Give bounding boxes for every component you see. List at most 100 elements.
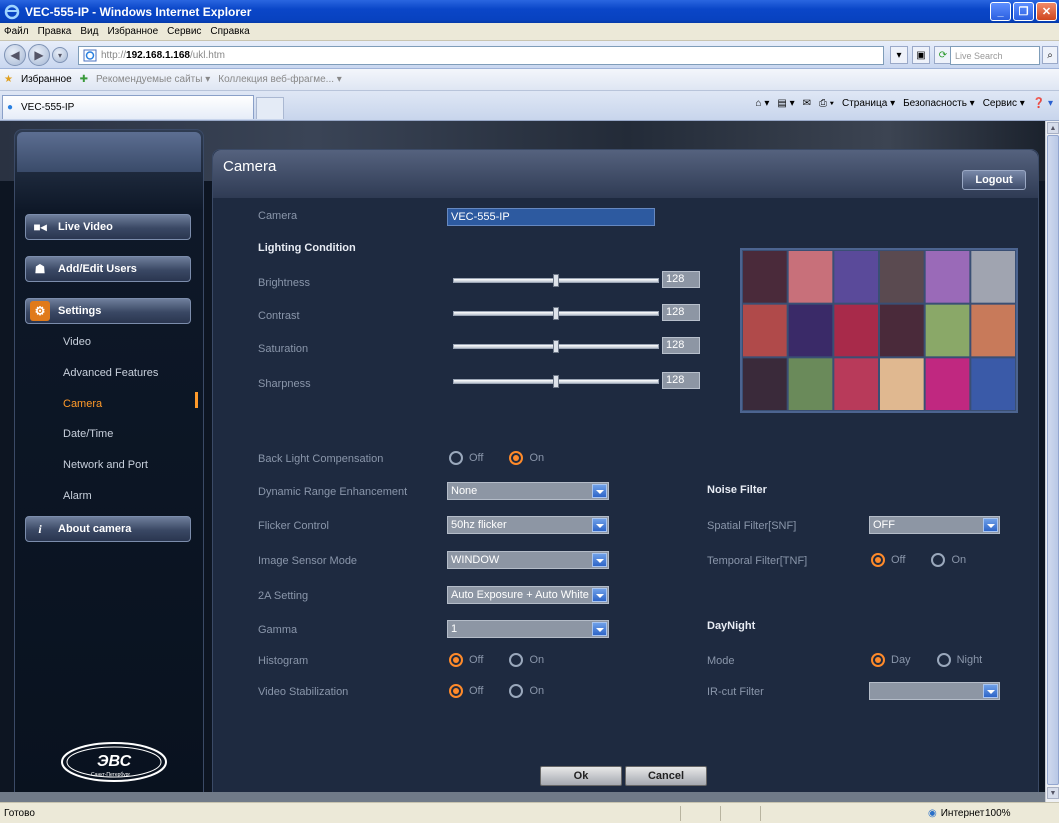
chevron-down-icon[interactable]	[592, 484, 607, 498]
print-icon[interactable]: ⎙ ▾	[819, 98, 834, 109]
mode-day-radio[interactable]	[871, 653, 885, 667]
ircut-select[interactable]	[869, 682, 1000, 700]
sidebar: ■◂ Live Video ☗ Add/Edit Users ⚙ Setting…	[14, 129, 204, 801]
mail-icon[interactable]: ✉	[803, 98, 811, 109]
cancel-button[interactable]: Cancel	[625, 766, 707, 786]
snf-select[interactable]: OFF	[869, 516, 1000, 534]
scroll-up-icon[interactable]: ▲	[1047, 122, 1059, 134]
sidebar-item-add-edit-users[interactable]: ☗ Add/Edit Users	[25, 256, 191, 282]
add-favorite-icon[interactable]: ✚	[80, 74, 88, 85]
vertical-scrollbar[interactable]: ▲ ▼	[1045, 121, 1059, 802]
favorites-label[interactable]: Избранное	[21, 74, 72, 85]
favorites-star-icon[interactable]: ★	[4, 74, 13, 85]
back-button[interactable]: ◀	[4, 44, 26, 66]
command-tools[interactable]: Сервис ▾	[983, 98, 1025, 109]
stabilization-on-radio[interactable]	[509, 684, 524, 698]
daynight-mode-radio-group: Day Night	[871, 653, 1008, 667]
menu-tools[interactable]: Сервис	[167, 26, 201, 37]
slider-thumb[interactable]	[553, 274, 559, 287]
logout-button[interactable]: Logout	[962, 170, 1026, 190]
saturation-slider[interactable]	[453, 340, 659, 354]
sidebar-subitem-network-and-port[interactable]: Network and Port	[63, 459, 148, 471]
status-separator	[760, 806, 761, 821]
address-bar[interactable]: http:// 192.168.1.168 /ukl.htm	[78, 46, 884, 65]
sidebar-subitem-video[interactable]: Video	[63, 336, 91, 348]
help-icon[interactable]: ❓ ▾	[1033, 98, 1053, 109]
twoa-setting-label: 2A Setting	[258, 590, 309, 602]
chevron-down-icon[interactable]	[592, 553, 607, 567]
brightness-slider[interactable]	[453, 274, 659, 288]
contrast-slider[interactable]	[453, 307, 659, 321]
scroll-down-icon[interactable]: ▼	[1047, 787, 1059, 799]
saturation-value[interactable]: 128	[662, 337, 700, 354]
command-page[interactable]: Страница ▾	[842, 98, 895, 109]
home-icon[interactable]: ⌂ ▾	[756, 98, 770, 109]
search-input[interactable]: Live Search	[950, 46, 1040, 65]
zoom-level[interactable]: 100%	[985, 808, 1011, 819]
tnf-off-radio[interactable]	[871, 553, 885, 567]
menu-help[interactable]: Справка	[210, 26, 249, 37]
chevron-down-icon[interactable]	[983, 518, 998, 532]
chevron-down-icon[interactable]	[983, 684, 998, 698]
new-tab-button[interactable]	[256, 97, 284, 119]
compatibility-view-icon[interactable]: ▣	[912, 46, 930, 64]
gamma-select[interactable]: 1	[447, 620, 609, 638]
color-patch	[788, 358, 833, 410]
sidebar-item-live-video[interactable]: ■◂ Live Video	[25, 214, 191, 240]
chevron-down-icon[interactable]	[592, 518, 607, 532]
mode-night-radio[interactable]	[936, 653, 951, 667]
menu-favorites[interactable]: Избранное	[107, 26, 158, 37]
sidebar-subitem-advanced-features[interactable]: Advanced Features	[63, 367, 158, 379]
command-security[interactable]: Безопасность ▾	[903, 98, 975, 109]
backlight-off-radio[interactable]	[449, 451, 463, 465]
feeds-icon[interactable]: ▤ ▾	[777, 98, 794, 109]
history-dropdown-button[interactable]: ▾	[52, 47, 68, 63]
maximize-button[interactable]: ❐	[1013, 2, 1034, 21]
ok-button[interactable]: Ok	[540, 766, 622, 786]
favorite-link-suggested[interactable]: Рекомендуемые сайты ▾	[96, 74, 210, 85]
menu-view[interactable]: Вид	[80, 26, 98, 37]
select-value: OFF	[873, 519, 895, 531]
chevron-down-icon[interactable]	[592, 622, 607, 636]
tnf-label: Temporal Filter[TNF]	[707, 555, 808, 567]
search-icon[interactable]: ⌕	[1042, 46, 1058, 64]
sharpness-slider[interactable]	[453, 375, 659, 389]
stabilization-off-radio[interactable]	[449, 684, 463, 698]
contrast-label: Contrast	[258, 310, 300, 322]
sidebar-item-settings[interactable]: ⚙ Settings	[25, 298, 191, 324]
sidebar-subitem-date-time[interactable]: Date/Time	[63, 428, 113, 440]
histogram-off-radio[interactable]	[449, 653, 463, 667]
radio-label: Off	[469, 654, 484, 666]
brightness-value[interactable]: 128	[662, 271, 700, 288]
minimize-button[interactable]: _	[990, 2, 1011, 21]
color-patch	[788, 251, 833, 303]
camera-name-input[interactable]: VEC-555-IP	[447, 208, 655, 226]
slider-thumb[interactable]	[553, 307, 559, 320]
contrast-value[interactable]: 128	[662, 304, 700, 321]
sidebar-subitem-alarm[interactable]: Alarm	[63, 490, 92, 502]
twoa-setting-select[interactable]: Auto Exposure + Auto White	[447, 586, 609, 604]
tnf-on-radio[interactable]	[931, 553, 946, 567]
histogram-on-radio[interactable]	[509, 653, 524, 667]
status-bar: Готово ◉ Интернет 100%	[0, 802, 1059, 823]
scrollbar-thumb[interactable]	[1047, 135, 1059, 785]
sidebar-subitem-camera[interactable]: Camera	[63, 398, 102, 410]
close-window-button[interactable]: ✕	[1036, 2, 1057, 21]
menu-edit[interactable]: Правка	[38, 26, 72, 37]
slider-thumb[interactable]	[553, 340, 559, 353]
color-patch	[743, 304, 787, 357]
sensor-mode-select[interactable]: WINDOW	[447, 551, 609, 569]
dre-select[interactable]: None	[447, 482, 609, 500]
sharpness-value[interactable]: 128	[662, 372, 700, 389]
backlight-on-radio[interactable]	[509, 451, 524, 465]
chevron-down-icon[interactable]	[592, 588, 607, 602]
tab-vec-555-ip[interactable]: ● VEC-555-IP	[2, 95, 254, 119]
backlight-radio-group: Off On	[449, 451, 570, 465]
forward-button[interactable]: ▶	[28, 44, 50, 66]
slider-thumb[interactable]	[553, 375, 559, 388]
sidebar-item-about-camera[interactable]: i About camera	[25, 516, 191, 542]
flicker-select[interactable]: 50hz flicker	[447, 516, 609, 534]
menu-file[interactable]: Файл	[4, 26, 29, 37]
address-dropdown-icon[interactable]: ▾	[890, 46, 908, 64]
favorite-link-gallery[interactable]: Коллекция веб-фрагме... ▾	[218, 74, 342, 85]
